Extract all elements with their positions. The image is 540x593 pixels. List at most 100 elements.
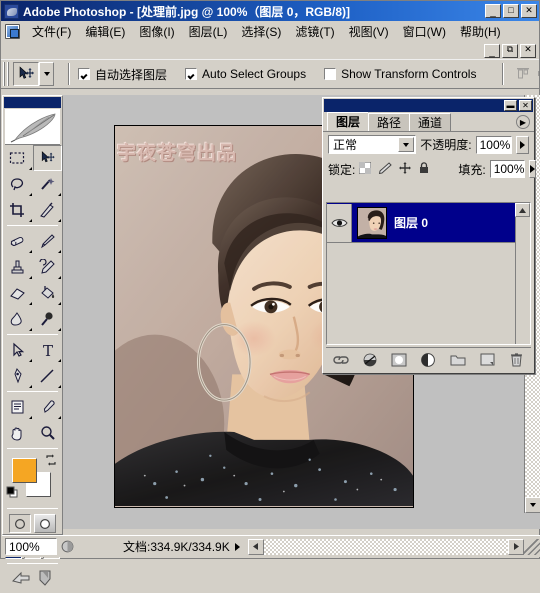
menu-image[interactable]: 图像(I) <box>132 21 181 42</box>
layers-scroll-up-button[interactable] <box>515 203 530 217</box>
scroll-down-button[interactable] <box>525 497 540 513</box>
menu-help[interactable]: 帮助(H) <box>453 21 508 42</box>
default-colors-icon[interactable] <box>6 486 18 498</box>
layer-visibility-toggle[interactable] <box>327 203 352 242</box>
standard-mode-button[interactable] <box>9 514 31 533</box>
preview-icon[interactable] <box>57 538 77 555</box>
tool-eraser[interactable] <box>3 280 33 306</box>
child-minimize-button[interactable]: _ <box>484 43 500 58</box>
tool-notes[interactable] <box>3 394 33 420</box>
maximize-button[interactable]: □ <box>503 4 519 18</box>
hscroll-left-button[interactable] <box>247 538 264 555</box>
palette-close-button[interactable]: ✕ <box>519 100 532 111</box>
tool-hand[interactable] <box>3 420 33 446</box>
delete-layer-icon[interactable] <box>507 351 525 369</box>
tool-lasso[interactable] <box>3 171 33 197</box>
opacity-field[interactable]: 100% <box>475 135 512 154</box>
zoom-level-field[interactable]: 100% <box>5 538 57 555</box>
tool-slice[interactable] <box>33 197 63 223</box>
tool-dodge[interactable] <box>33 306 63 332</box>
auto-select-groups-checkbox[interactable] <box>185 68 198 80</box>
tool-clone-stamp[interactable] <box>3 254 33 280</box>
fill-slider-arrow[interactable] <box>529 160 537 178</box>
auto-select-groups-option[interactable]: Auto Select Groups <box>185 67 306 81</box>
toolbox-title-bar[interactable] <box>4 97 61 108</box>
menu-window[interactable]: 窗口(W) <box>396 21 453 42</box>
lock-all-icon[interactable] <box>418 161 430 177</box>
lock-transparent-pixels-icon[interactable] <box>358 161 372 177</box>
palette-title-bar[interactable]: ▬ ✕ <box>324 99 533 112</box>
tool-healing-brush[interactable] <box>3 228 33 254</box>
tool-history-brush[interactable] <box>33 254 63 280</box>
tool-zoom[interactable] <box>33 420 63 446</box>
foreground-color-swatch[interactable] <box>12 458 37 483</box>
layer-style-icon[interactable] <box>361 351 379 369</box>
child-close-icon: ✕ <box>524 44 532 54</box>
current-tool-move-icon[interactable] <box>13 62 39 86</box>
tool-rectangular-marquee[interactable] <box>3 145 33 171</box>
tool-path-selection[interactable] <box>3 337 33 363</box>
tool-preset-dropdown[interactable] <box>39 62 54 86</box>
quick-mask-buttons <box>3 511 62 535</box>
toolbox-separator-2 <box>7 334 58 335</box>
child-restore-button[interactable]: ⧉ <box>502 43 518 58</box>
lock-position-icon[interactable] <box>399 161 412 177</box>
hscroll-right-button[interactable] <box>508 538 524 555</box>
tool-brush[interactable] <box>33 228 63 254</box>
align-top-edges-icon[interactable] <box>516 67 531 81</box>
layers-list-scrollbar[interactable] <box>515 203 530 344</box>
menu-layer[interactable]: 图层(L) <box>182 21 235 42</box>
palette-minimize-button[interactable]: ▬ <box>504 100 517 111</box>
tool-grid-1 <box>3 145 62 223</box>
layer-row[interactable]: 图层 0 <box>327 203 530 243</box>
menu-view[interactable]: 视图(V) <box>342 21 396 42</box>
tool-move[interactable] <box>32 145 62 171</box>
new-group-icon[interactable] <box>449 351 467 369</box>
fill-field[interactable]: 100% <box>489 160 526 178</box>
link-layers-icon[interactable] <box>332 351 350 369</box>
menu-edit[interactable]: 编辑(E) <box>78 21 132 42</box>
quick-mask-mode-button[interactable] <box>34 514 56 533</box>
options-bar-grip[interactable] <box>3 62 10 86</box>
tool-line[interactable] <box>33 363 63 389</box>
show-transform-controls-option[interactable]: Show Transform Controls <box>324 67 476 81</box>
tool-blur[interactable] <box>3 306 33 332</box>
jump-to-imageready-icon[interactable] <box>11 569 33 590</box>
show-transform-controls-checkbox[interactable] <box>324 68 337 80</box>
blend-mode-dropdown-arrow[interactable] <box>398 137 415 152</box>
blend-mode-select[interactable]: 正常 <box>328 135 417 154</box>
tool-crop[interactable] <box>3 197 33 223</box>
minimize-button[interactable]: _ <box>485 4 501 18</box>
tool-type[interactable]: T <box>33 337 63 363</box>
hscroll-track[interactable] <box>263 538 508 555</box>
status-expand-arrow[interactable] <box>230 538 246 555</box>
add-layer-mask-icon[interactable] <box>390 351 408 369</box>
layer-thumbnail[interactable] <box>357 206 387 239</box>
close-button[interactable]: ✕ <box>521 4 537 18</box>
swap-colors-icon[interactable] <box>45 454 57 466</box>
tool-pen[interactable] <box>3 363 33 389</box>
palette-footer <box>326 347 531 371</box>
horizontal-scrollbar[interactable] <box>247 538 524 555</box>
opacity-slider-arrow[interactable] <box>515 135 529 154</box>
menu-file[interactable]: 文件(F) <box>25 21 78 42</box>
new-layer-icon[interactable] <box>478 351 496 369</box>
jump-to-illustrator-icon[interactable] <box>37 569 55 590</box>
auto-select-layer-option[interactable]: 自动选择图层 <box>78 66 167 83</box>
child-close-button[interactable]: ✕ <box>520 43 536 58</box>
workspace: 宇夜苍穹出品 T ▬ ✕ 图层 路径 通道 ▶ 正常 不透明度: 100% 锁定… <box>2 95 540 586</box>
tab-paths[interactable]: 路径 <box>368 113 411 131</box>
tab-channels[interactable]: 通道 <box>409 113 452 131</box>
window-resize-grip[interactable] <box>524 538 540 555</box>
tool-magic-wand[interactable] <box>33 171 63 197</box>
tool-paint-bucket[interactable] <box>33 280 63 306</box>
menu-select[interactable]: 选择(S) <box>234 21 288 42</box>
lock-image-pixels-icon[interactable] <box>378 161 393 177</box>
palette-menu-button[interactable]: ▶ <box>516 115 530 129</box>
tab-layers[interactable]: 图层 <box>327 112 370 131</box>
toolbox: T <box>2 95 63 586</box>
new-adjustment-layer-icon[interactable] <box>419 351 437 369</box>
auto-select-layer-checkbox[interactable] <box>78 68 90 80</box>
menu-filter[interactable]: 滤镜(T) <box>288 21 341 42</box>
tool-eyedropper[interactable] <box>33 394 63 420</box>
